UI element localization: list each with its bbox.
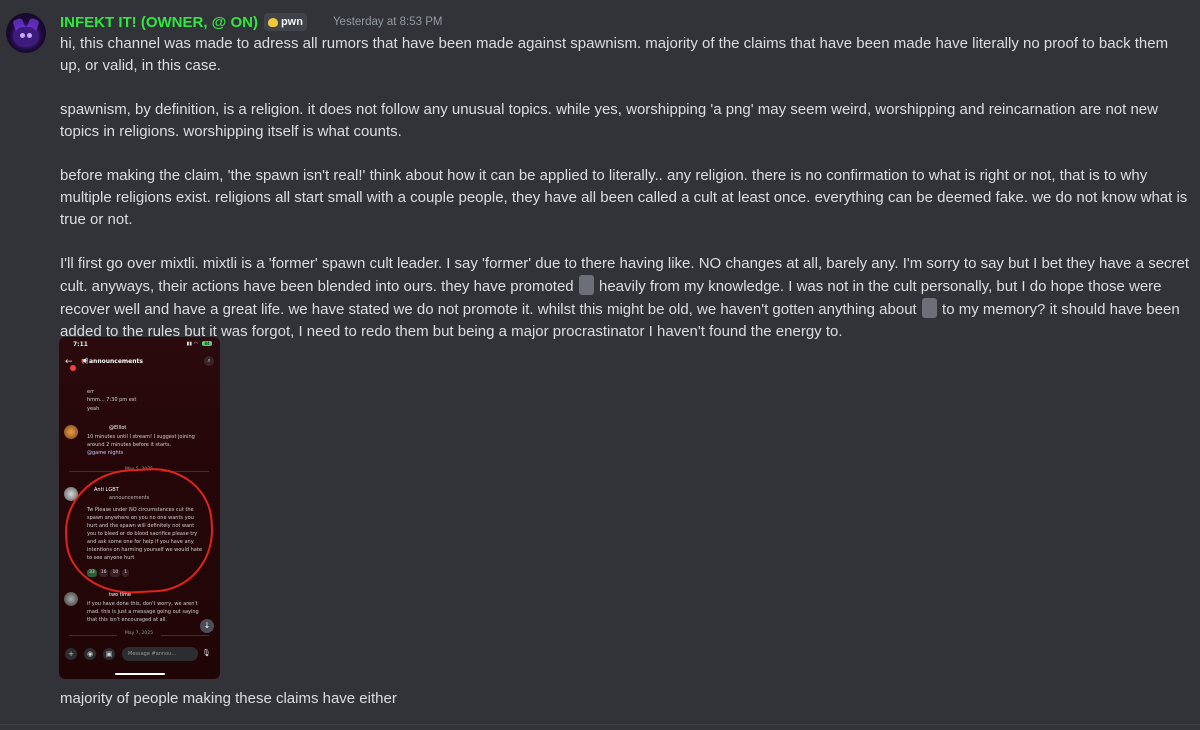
gift-icon: ▣	[103, 648, 115, 660]
microphone-icon: 🎙	[202, 649, 211, 657]
server-tag[interactable]: pwn	[263, 13, 307, 31]
spoiler-block[interactable]	[578, 275, 594, 295]
message-avatar	[64, 592, 78, 606]
avatar-face	[15, 27, 37, 45]
date-separator: May 7, 2025	[69, 631, 209, 639]
chat-line: hmm... 7:30 pm est	[87, 397, 137, 403]
spoiler-block[interactable]	[921, 298, 937, 318]
message-author: @Elliot	[109, 425, 127, 431]
chat-line: yeah	[87, 406, 100, 412]
message-author: two time	[109, 592, 131, 598]
message-line: 10 minutes until I stream! I suggest joi…	[87, 434, 195, 440]
message-line: if you have done this, don't worry, we a…	[87, 601, 198, 607]
avatar-eye-right	[27, 33, 32, 38]
tag-emblem-icon	[267, 17, 278, 27]
message-line: that this isn't encouraged at all.	[87, 617, 167, 623]
status-time: 7:11	[73, 341, 88, 348]
avatar-eye-left	[20, 33, 25, 38]
chat-line: err	[87, 389, 95, 395]
signal-wifi-icon: ▮▮ ◠	[186, 341, 198, 347]
message-line: around 2 minutes before it starts.	[87, 442, 172, 448]
message-divider	[0, 724, 1200, 725]
plus-icon: +	[65, 648, 77, 660]
channel-header: ← 📢 announcements ⌕	[59, 353, 220, 371]
chat-message: INFEKT IT! (OWNER, @ ON) pwn Yesterday a…	[0, 0, 1200, 730]
attachment-image[interactable]: 7:11 ▮▮ ◠ 84 ← 📢 announcements ⌕ err hmm…	[59, 337, 220, 679]
user-avatar[interactable]	[6, 13, 46, 53]
composer-input: Message #annou...	[122, 647, 198, 661]
message-avatar	[64, 425, 78, 439]
message-line: mad. this is just a message going out sa…	[87, 609, 199, 615]
notification-badge	[70, 365, 76, 371]
message-header: INFEKT IT! (OWNER, @ ON) pwn Yesterday a…	[60, 12, 442, 32]
phone-status-bar: 7:11 ▮▮ ◠ 84	[59, 337, 220, 351]
message-paragraph: hi, this channel was made to adress all …	[60, 35, 1169, 74]
message-paragraph: majority of people making these claims h…	[60, 690, 397, 707]
server-tag-label: pwn	[280, 16, 303, 28]
search-icon: ⌕	[204, 356, 214, 366]
home-indicator	[115, 673, 165, 675]
red-highlight-circle	[61, 465, 217, 597]
channel-name: announcements	[89, 358, 143, 365]
author-username[interactable]: INFEKT IT! (OWNER, @ ON)	[60, 14, 258, 31]
message-paragraph: spawnism, by definition, is a religion. …	[60, 101, 1158, 140]
message-content: hi, this channel was made to adress all …	[60, 33, 1190, 365]
battery-icon: 84	[202, 341, 212, 346]
message-composer: + ◉ ▣ Message #annou... 🎙	[59, 641, 220, 667]
message-line: @game nights	[87, 450, 124, 456]
message-paragraph: before making the claim, 'the spawn isn'…	[60, 167, 1188, 228]
message-paragraph: I'll first go over mixtli. mixtli is a '…	[60, 253, 1190, 343]
message-timestamp[interactable]: Yesterday at 8:53 PM	[333, 16, 443, 28]
megaphone-icon: 📢	[81, 358, 89, 365]
gamepad-icon: ◉	[84, 648, 96, 660]
